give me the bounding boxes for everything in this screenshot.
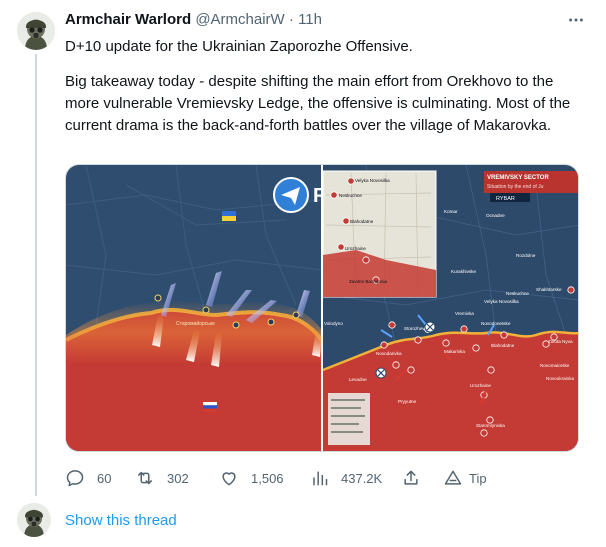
right-map-label: Zavitne Bazhannia	[349, 279, 387, 284]
tip-label: Tip	[469, 470, 487, 486]
tweet-actions-bar: 60 302 1,506 437.2K Tip	[65, 466, 505, 490]
right-map-label: Novodarivka	[376, 351, 402, 356]
thread-author-avatar[interactable]	[17, 503, 51, 537]
right-map-label: Vremivka	[455, 311, 474, 316]
right-map-label: Velyka Novosilka	[355, 178, 390, 183]
right-map-label: Pryyutne	[398, 399, 417, 404]
more-horizontal-icon	[569, 18, 583, 22]
tweet-header: Armchair Warlord @ArmchairW · 11h	[65, 10, 586, 30]
retweet-button[interactable]: 302	[135, 466, 189, 490]
retweet-count: 302	[167, 470, 189, 486]
author-handle[interactable]: @ArmchairW	[195, 11, 284, 28]
right-map-label: Staromlynivka	[476, 423, 505, 428]
views-icon	[313, 471, 328, 486]
show-thread-link[interactable]: Show this thread	[65, 511, 177, 531]
soldier-avatar-icon	[17, 12, 55, 50]
left-map-panel: Старомайорське R	[66, 165, 328, 451]
tweet-text-paragraph: D+10 update for the Ukrainian Zaporozhe …	[65, 38, 413, 55]
right-map-label: Shakhtarske	[536, 287, 562, 292]
tweet-timestamp[interactable]: 11h	[298, 11, 322, 28]
right-map-label: Novomaiorske	[540, 363, 570, 368]
like-button[interactable]: 1,506	[219, 466, 284, 490]
share-icon	[404, 470, 418, 485]
right-map-label: Velyka Novosilka	[484, 299, 519, 304]
more-options-button[interactable]	[566, 10, 586, 30]
soldier-avatar-icon	[17, 503, 51, 537]
right-map-label: Neskuchne	[339, 193, 362, 198]
right-map-label: Novoukrainka	[546, 376, 575, 381]
heart-icon	[222, 472, 236, 486]
right-map-label: Ocnadne	[486, 213, 505, 218]
right-map-label: Rozdolne	[516, 253, 536, 258]
left-map-label: Старомайорське	[176, 320, 215, 327]
tweet[interactable]: Armchair Warlord @ArmchairW · 11h D+10 u…	[0, 0, 606, 547]
ukraine-flag-icon	[222, 211, 236, 221]
tweet-media-image[interactable]: Старомайорське R VREMIVSKY SECTOR Situat…	[65, 164, 579, 452]
right-map-label: Zolota Nyva	[548, 339, 573, 344]
right-map-label: Novodonetske	[481, 321, 511, 326]
thread-connector-line	[35, 54, 37, 496]
source-tag: RYBAR	[496, 196, 515, 202]
sector-title: VREMIVSKY SECTOR	[487, 175, 549, 181]
views-button[interactable]: 437.2K	[309, 466, 382, 490]
reply-count: 60	[97, 470, 112, 486]
right-map-label: Storozheve	[404, 326, 428, 331]
right-map-label: Kurakhivske	[451, 269, 476, 274]
right-map-label: Blahodatne	[350, 219, 374, 224]
tip-button[interactable]: Tip	[443, 466, 487, 490]
right-map-label: Makarivka	[444, 349, 465, 354]
author-display-name[interactable]: Armchair Warlord	[65, 11, 191, 28]
tweet-text: D+10 update for the Ukrainian Zaporozhe …	[65, 36, 585, 137]
sector-subtitle: Situation by the end of Ju	[487, 184, 544, 190]
right-map-label: Blahodatne	[491, 343, 515, 348]
right-map-label: Levadne	[349, 377, 367, 382]
frontline-map-image: Старомайорське R VREMIVSKY SECTOR Situat…	[66, 165, 578, 451]
retweet-icon	[138, 471, 152, 485]
like-count: 1,506	[251, 470, 284, 486]
reply-icon	[66, 470, 84, 487]
header-separator: ·	[288, 11, 294, 28]
share-button[interactable]	[401, 466, 421, 490]
right-map-label: Komar	[444, 209, 458, 214]
tip-icon	[444, 470, 462, 485]
right-map-label: Neskuchne	[506, 291, 529, 296]
reply-button[interactable]: 60	[65, 466, 111, 490]
right-map-label: Volodyno	[324, 321, 343, 326]
views-count: 437.2K	[341, 470, 383, 486]
right-map-panel: VREMIVSKY SECTOR Situation by the end of…	[322, 165, 578, 451]
right-map-label: Urozhaine	[470, 383, 491, 388]
tweet-text-paragraph: Big takeaway today - despite shifting th…	[65, 73, 571, 134]
right-map-label: Urozhaine	[345, 246, 366, 251]
author-avatar[interactable]	[17, 12, 55, 50]
russia-flag-icon	[203, 402, 217, 412]
